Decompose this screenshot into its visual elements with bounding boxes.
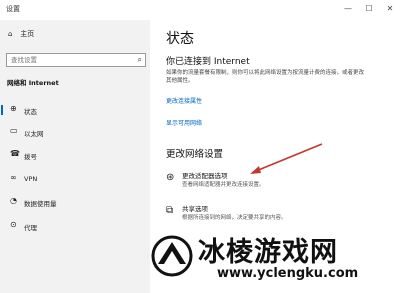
sidebar-item-vpn[interactable]: ∞ VPN [0, 171, 150, 187]
sidebar-item-label: 数据使用量 [24, 200, 57, 208]
sidebar-item-label: VPN [24, 175, 38, 183]
watermark-url: www.yclengku.com [217, 266, 359, 281]
sidebar-section-title: 网络和 Internet [7, 79, 59, 87]
settings-window: 设置 — ☐ ✕ ⌂ 主页 ⌕ 网络和 Internet ⊕ 状态 ▭ 以太网 … [0, 0, 400, 293]
search-icon[interactable]: ⌕ [138, 55, 142, 65]
dialup-icon: ☎ [10, 149, 20, 158]
adapter-icon: ⊛ [166, 172, 175, 183]
title-bar: 设置 — ☐ ✕ [0, 0, 400, 20]
home-icon: ⌂ [8, 30, 13, 38]
change-adapter-options[interactable]: ⊛ 更改适配器选项 查看网络适配器并更改连接设置。 [166, 170, 386, 194]
maximize-button[interactable]: ☐ [361, 2, 377, 16]
option-title: 共享选项 [182, 205, 208, 213]
ethernet-icon: ▭ [10, 126, 18, 135]
change-properties-link[interactable]: 更改连接属性 [166, 96, 202, 105]
page-title: 状态 [166, 31, 194, 47]
sidebar-item-label: 以太网 [24, 130, 44, 138]
window-title: 设置 [6, 5, 20, 13]
sidebar-item-dialup[interactable]: ☎ 拨号 [0, 147, 150, 163]
sharing-icon: ⧉ [166, 205, 174, 216]
sidebar-item-status[interactable]: ⊕ 状态 [0, 102, 150, 118]
sidebar-item-label: 拨号 [24, 153, 37, 161]
vpn-icon: ∞ [10, 173, 17, 182]
show-networks-link[interactable]: 显示可用网络 [166, 118, 202, 127]
sharing-options[interactable]: ⧉ 共享选项 根据所连接到的网络，决定要共享的内容。 [166, 203, 386, 227]
search-input[interactable] [11, 55, 121, 65]
sidebar-item-proxy[interactable]: ⊙ 代理 [0, 218, 150, 234]
section-heading: 更改网络设置 [166, 149, 224, 160]
sidebar-item-data-usage[interactable]: ◔ 数据使用量 [0, 194, 150, 210]
search-box[interactable]: ⌕ [6, 53, 146, 67]
connection-heading: 你已连接到 Internet [166, 57, 250, 67]
sidebar: ⌂ 主页 ⌕ 网络和 Internet ⊕ 状态 ▭ 以太网 ☎ 拨号 ∞ VP… [0, 20, 150, 293]
active-indicator [1, 105, 3, 115]
data-usage-icon: ◔ [10, 196, 17, 205]
proxy-icon: ⊙ [10, 220, 17, 229]
close-button[interactable]: ✕ [382, 2, 398, 16]
nav-home-label: 主页 [20, 30, 35, 38]
watermark-logo [151, 235, 193, 277]
sidebar-item-ethernet[interactable]: ▭ 以太网 [0, 124, 150, 140]
watermark-title: 冰棱游戏网 [198, 237, 338, 268]
minimize-button[interactable]: — [340, 2, 356, 16]
connection-description: 如果你的流量套餐有限制，则你可以将此网络设置为按流量计费的连接，或者更改其他属性… [166, 70, 365, 84]
option-description: 根据所连接到的网络，决定要共享的内容。 [182, 215, 287, 221]
sidebar-item-label: 状态 [24, 108, 37, 116]
sidebar-item-label: 代理 [24, 224, 37, 232]
status-icon: ⊕ [10, 104, 17, 113]
option-description: 查看网络适配器并更改连接设置。 [182, 182, 265, 188]
nav-home[interactable]: ⌂ 主页 [8, 29, 34, 39]
option-title: 更改适配器选项 [182, 172, 228, 180]
